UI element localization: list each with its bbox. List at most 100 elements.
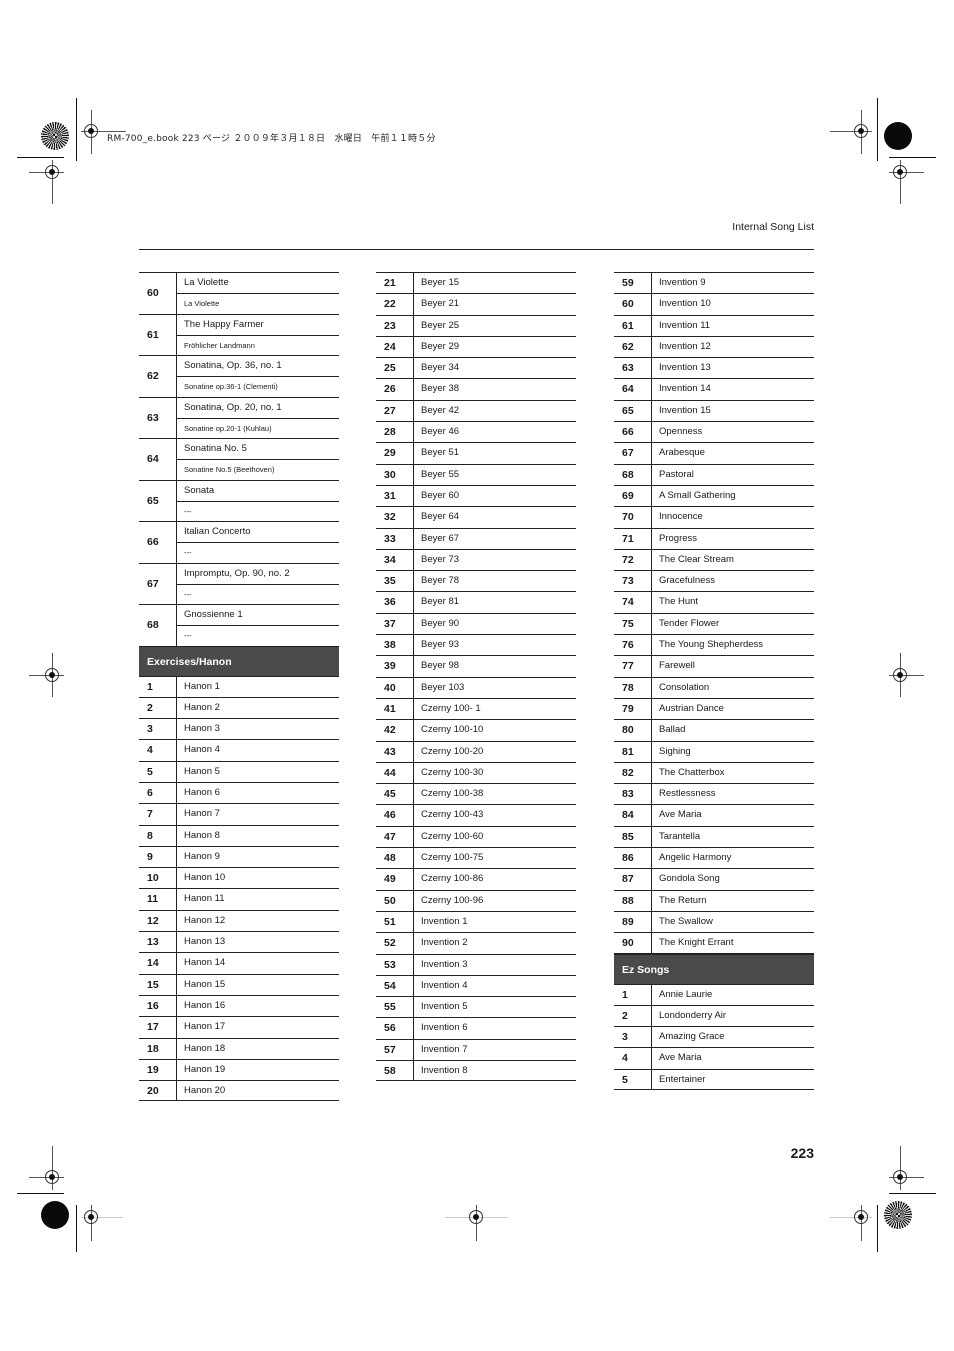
song-title: La Violette	[177, 273, 339, 294]
song-row: 65 Invention 15	[614, 399, 814, 422]
song-original-title: La Violette	[184, 299, 220, 308]
song-number: 7	[139, 804, 177, 825]
song-row: 16 Hanon 16	[139, 994, 339, 1017]
registration-mark-icon	[854, 1210, 868, 1224]
song-number: 8	[139, 825, 177, 846]
song-row: 5 Entertainer	[614, 1068, 814, 1090]
song-number: 76	[614, 635, 652, 656]
crop-mark	[17, 1193, 64, 1194]
song-title: Invention 12	[659, 340, 711, 352]
song-number: 46	[376, 805, 414, 826]
song-row-with-original-title: 63 Sonatina, Op. 20, no. 1 Sonatine op.20-…	[139, 396, 339, 438]
song-row: 7 Hanon 7	[139, 803, 339, 825]
song-title: Sighing	[659, 745, 691, 757]
song-row: 57 Invention 7	[376, 1038, 576, 1060]
song-original-title: ---	[184, 589, 192, 599]
song-row: 11 Hanon 11	[139, 888, 339, 910]
song-number: 44	[376, 762, 414, 784]
song-number: 17	[139, 1017, 177, 1038]
song-number: 19	[139, 1059, 177, 1081]
song-row: 66 Openness	[614, 421, 814, 443]
song-number: 57	[376, 1039, 414, 1060]
song-title: Italian Concerto	[177, 522, 339, 543]
song-title: Entertainer	[659, 1073, 706, 1085]
song-row: 55 Invention 5	[376, 996, 576, 1018]
song-title: Beyer 51	[421, 447, 460, 459]
song-title: Beyer 81	[421, 596, 460, 608]
song-number: 34	[376, 549, 414, 571]
song-title: Hanon 19	[184, 1063, 226, 1075]
song-title: Beyer 38	[421, 383, 460, 395]
song-row: 79 Austrian Dance	[614, 697, 814, 720]
song-number: 78	[614, 677, 652, 698]
song-title: A Small Gathering	[659, 489, 736, 501]
song-number: 73	[614, 571, 652, 592]
song-number: 24	[376, 336, 414, 358]
song-row-with-original-title: 65 Sonata ---	[139, 479, 339, 521]
page-header-title: Internal Song List	[732, 221, 814, 233]
song-number: 62	[614, 336, 652, 358]
song-number: 60	[139, 273, 177, 314]
song-number: 23	[376, 315, 414, 336]
song-number: 1	[614, 984, 652, 1005]
song-number: 70	[614, 507, 652, 528]
song-number: 80	[614, 720, 652, 741]
song-number: 62	[139, 356, 177, 397]
song-row: 53 Invention 3	[376, 953, 576, 975]
song-number: 64	[139, 439, 177, 480]
song-title: Invention 14	[659, 383, 711, 395]
song-row: 38 Beyer 93	[376, 634, 576, 656]
song-row: 68 Pastoral	[614, 463, 814, 485]
song-number: 2	[139, 697, 177, 719]
song-title: Restlessness	[659, 788, 716, 800]
song-row: 75 Tender Flower	[614, 612, 814, 635]
song-row: 56 Invention 6	[376, 1017, 576, 1039]
song-row: 18 Hanon 18	[139, 1037, 339, 1059]
song-title: Ave Maria	[659, 1052, 702, 1064]
song-row: 4 Hanon 4	[139, 739, 339, 761]
song-row: 58 Invention 8	[376, 1059, 576, 1082]
song-title: The Young Shepherdess	[659, 639, 764, 651]
song-number: 72	[614, 549, 652, 571]
song-number: 48	[376, 848, 414, 869]
song-number: 67	[139, 563, 177, 604]
song-title: Sonatina, Op. 36, no. 1	[177, 356, 339, 377]
song-number: 88	[614, 890, 652, 911]
song-row: 74 The Hunt	[614, 591, 814, 613]
song-title: Hanon 1	[184, 680, 220, 692]
song-number: 75	[614, 613, 652, 635]
song-title: Gnossienne 1	[177, 605, 339, 626]
song-row: 48 Czerny 100-75	[376, 847, 576, 869]
song-number: 65	[614, 400, 652, 422]
song-title: Beyer 78	[421, 575, 460, 587]
song-row: 41 Czerny 100- 1	[376, 697, 576, 720]
song-number: 22	[376, 294, 414, 315]
song-row-with-original-title: 61 The Happy Farmer Fröhlicher Landmann	[139, 313, 339, 355]
song-title: Hanon 15	[184, 978, 226, 990]
song-title: Annie Laurie	[659, 988, 713, 1000]
song-row: 80 Ballad	[614, 719, 814, 741]
song-number: 15	[139, 974, 177, 995]
song-title: Hanon 4	[184, 744, 220, 756]
song-original-title: Sonatine op.36-1 (Clementi)	[184, 382, 278, 391]
song-row: 2 Londonderry Air	[614, 1004, 814, 1027]
song-row: 30 Beyer 55	[376, 463, 576, 485]
print-info-line: RM-700_e.book 223 ページ ２００９年３月１８日 水曜日 午前１…	[107, 134, 436, 144]
song-title: Beyer 29	[421, 340, 460, 352]
song-title: Hanon 12	[184, 914, 226, 926]
song-row: 12 Hanon 12	[139, 909, 339, 932]
song-title: Hanon 18	[184, 1042, 226, 1054]
song-number: 39	[376, 656, 414, 677]
song-number: 56	[376, 1018, 414, 1039]
song-row: 21 Beyer 15	[376, 272, 576, 294]
song-row: 24 Beyer 29	[376, 335, 576, 358]
song-title: Invention 5	[421, 1001, 468, 1013]
song-number: 27	[376, 400, 414, 422]
song-number: 74	[614, 592, 652, 613]
song-number: 29	[376, 443, 414, 464]
song-title: Hanon 14	[184, 957, 226, 969]
song-number: 45	[376, 784, 414, 805]
song-title: Beyer 25	[421, 319, 460, 331]
song-number: 5	[614, 1069, 652, 1089]
song-number: 65	[139, 480, 177, 521]
